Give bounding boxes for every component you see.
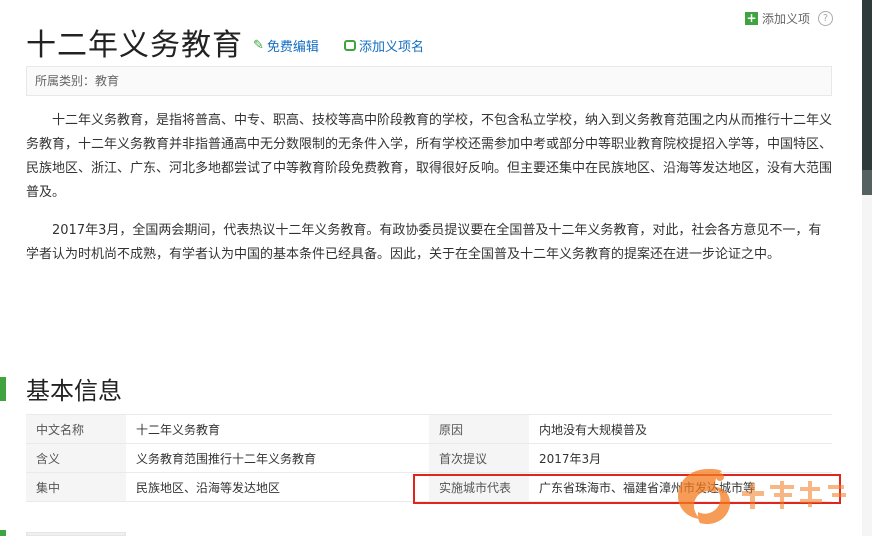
- question-icon[interactable]: ?: [818, 11, 834, 26]
- info-value: 民族地区、沿海等发达地区: [126, 472, 429, 502]
- add-item-name-label: 添加义项名: [359, 40, 425, 55]
- table-row: 中文名称 十二年义务教育 原因 内地没有大规模普及: [26, 414, 832, 444]
- plus-icon: +: [745, 11, 758, 25]
- info-key: 中文名称: [26, 414, 126, 444]
- category-text: 所属类别：教育: [35, 74, 120, 88]
- pencil-icon: ✎: [253, 38, 264, 53]
- speech-bubble-icon: [344, 40, 356, 51]
- add-item-button[interactable]: + 添加义项 ?: [745, 10, 834, 27]
- summary-paragraph-2: 2017年3月，全国两会期间，代表热议十二年义务教育。有政协委员提议要在全国普及…: [26, 223, 822, 262]
- side-image-lower: [862, 170, 872, 195]
- bottom-tab-edge: [26, 532, 126, 536]
- info-value: 义务教育范围推行十二年义务教育: [126, 443, 429, 473]
- add-item-name-button[interactable]: 添加义项名: [344, 36, 424, 55]
- info-key: 原因: [429, 414, 529, 444]
- info-key: 集中: [26, 472, 126, 502]
- side-image: [862, 0, 872, 170]
- add-item-label: 添加义项: [762, 12, 811, 26]
- info-key: 首次提议: [429, 443, 529, 473]
- summary-paragraph-1: 十二年义务教育，是指将普高、中专、职高、技校等高中阶段教育的学校，不包含私立学校…: [26, 113, 833, 200]
- section-heading: 基本信息: [26, 377, 122, 405]
- edit-button[interactable]: ✎ 免费编辑: [253, 36, 319, 55]
- right-edge-panel: [862, 0, 872, 536]
- info-value: 十二年义务教育: [126, 414, 429, 444]
- info-value: 内地没有大规模普及: [529, 414, 832, 444]
- edit-label: 免费编辑: [266, 40, 319, 55]
- info-key: 含义: [26, 443, 126, 473]
- category-bar: 所属类别：教育: [26, 66, 832, 96]
- section-marker: [0, 377, 6, 401]
- watermark-logo: [678, 469, 846, 525]
- section-marker-bottom: [0, 530, 6, 536]
- page-title: 十二年义务教育: [26, 28, 243, 63]
